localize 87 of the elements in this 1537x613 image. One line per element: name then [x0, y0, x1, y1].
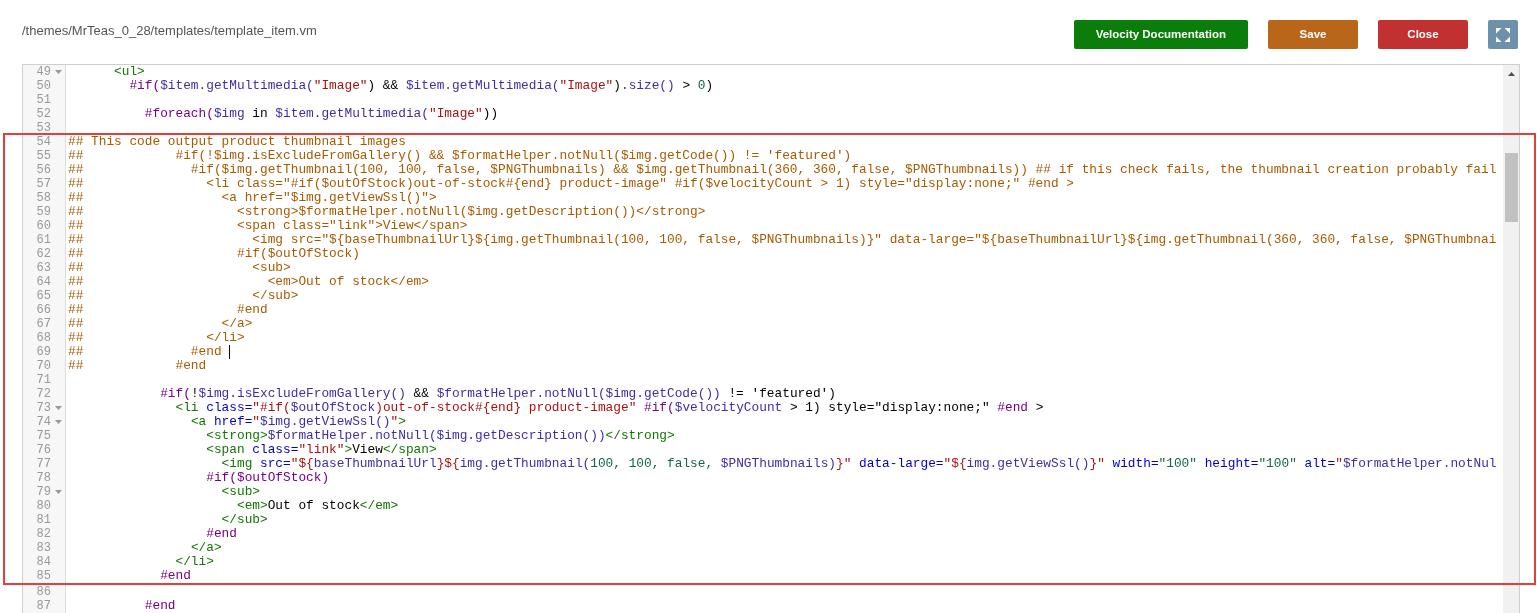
code-line: ## <em>Out of stock</em> [68, 274, 429, 289]
line-number: 79 [35, 485, 51, 499]
code-line: ## <li class="#if($outOfStock)out-of-stock#{end} product-image" #if($velocityCount > 1) style="display:none;" #end > [68, 176, 1074, 191]
file-path: /themes/MrTeas_0_28/templates/template_item.vm [22, 22, 317, 40]
line-number: 81 [35, 513, 51, 527]
line-number: 66 [35, 303, 51, 317]
scrollbar[interactable] [1503, 65, 1519, 613]
code-line: <sub> [221, 484, 260, 499]
line-number: 86 [35, 585, 51, 599]
code-line: ## </sub> [68, 288, 299, 303]
line-number: 83 [35, 541, 51, 555]
code-line: <strong>$formatHelper.notNull($img.getDescription())</strong> [206, 428, 675, 443]
fold-arrow-icon[interactable] [55, 420, 62, 424]
line-number: 52 [35, 107, 51, 121]
code-line: <li class="#if($outOfStock)out-of-stock#{end} product-image" #if($velocityCount > 1) style="display:none;" #end > [175, 400, 1044, 415]
code-line: ## </li> [68, 330, 245, 345]
line-number: 56 [35, 163, 51, 177]
line-number: 75 [35, 429, 51, 443]
code-line: ## #if($img.getThumbnail(100, 100, false, $PNGThumbnails) && $img.getThumbnail(360, 360, false, $PNGThumbnails)) ## if this check fails, the thumbnail creation probably fail [68, 162, 1497, 177]
line-number: 78 [35, 471, 51, 485]
line-number: 57 [35, 177, 51, 191]
code-line: ## #if($outOfStock) [68, 246, 360, 261]
line-number: 85 [35, 569, 51, 583]
code-line: <em>Out of stock</em> [236, 498, 399, 513]
line-number: 63 [35, 261, 51, 275]
documentation-button[interactable]: Velocity Documentation [1073, 20, 1248, 49]
code-line: ## </a> [68, 316, 253, 331]
line-number: 49 [35, 65, 51, 79]
line-number: 65 [35, 289, 51, 303]
code-line: #end [206, 526, 237, 541]
code-line: ## <a href="$img.getViewSsl()"> [68, 190, 437, 205]
code-line: ## <span class="link">View</span> [68, 218, 468, 233]
line-number: 87 [35, 599, 51, 613]
line-number: 72 [35, 387, 51, 401]
line-number: 50 [35, 79, 51, 93]
fold-arrow-icon[interactable] [55, 406, 62, 410]
code-line: #foreach($img in $item.getMultimedia("Image")) [144, 106, 499, 121]
line-number: 77 [35, 457, 51, 471]
scroll-up-arrow-icon[interactable] [1507, 71, 1515, 76]
code-line: ## <sub> [68, 260, 291, 275]
line-number: 55 [35, 149, 51, 163]
code-line: ## This code output product thumbnail images [68, 134, 406, 149]
line-number: 62 [35, 247, 51, 261]
line-number: 84 [35, 555, 51, 569]
expand-icon [1496, 27, 1510, 42]
fold-arrow-icon[interactable] [55, 70, 62, 74]
line-number: 71 [35, 373, 51, 387]
line-number: 67 [35, 317, 51, 331]
line-number: 73 [35, 401, 51, 415]
code-line: ## #end [68, 358, 207, 373]
line-number: 74 [35, 415, 51, 429]
code-line: </a> [190, 540, 222, 555]
line-number: 68 [35, 331, 51, 345]
code-line: </sub> [221, 512, 268, 527]
code-line: ## #if(!$img.isExcludeFromGallery() && $formatHelper.notNull($img.getCode()) != 'featured') [68, 148, 852, 163]
code-line: </li> [175, 554, 214, 569]
code-line: <span class="link">View</span> [206, 442, 437, 457]
line-number: 82 [35, 527, 51, 541]
fullscreen-button[interactable] [1488, 20, 1518, 49]
save-button[interactable]: Save [1268, 20, 1358, 49]
code-line: ## <img src="${baseThumbnailUrl}${img.getThumbnail(100, 100, false, $PNGThumbnails)}" data-large="${baseThumbnailUrl}${img.getThumbnail(360, 360, false, $PNGThumbnai [68, 232, 1497, 247]
line-number: 64 [35, 275, 51, 289]
code-line: ## <strong>$formatHelper.notNull($img.getDescription())</strong> [68, 204, 706, 219]
fold-arrow-icon[interactable] [55, 490, 62, 494]
code-line: <ul> [114, 64, 145, 79]
code-line: <a href="$img.getViewSsl()"> [190, 414, 406, 429]
line-number: 54 [35, 135, 51, 149]
code-line: #end [144, 598, 176, 613]
code-line: #if($item.getMultimedia("Image") && $item.getMultimedia("Image").size() > 0) [129, 78, 714, 93]
line-number: 51 [35, 93, 51, 107]
close-button[interactable]: Close [1378, 20, 1468, 49]
code-line: ## #end [68, 344, 223, 359]
code-line: #if(!$img.isExcludeFromGallery() && $formatHelper.notNull($img.getCode()) != 'featured') [160, 386, 836, 401]
scrollbar-thumb[interactable] [1505, 153, 1518, 222]
line-number: 59 [35, 205, 51, 219]
code-line: <img src="${baseThumbnailUrl}${img.getThumbnail(100, 100, false, $PNGThumbnails)}" data-large="${img.getViewSsl()}" width="100" height="100" alt="$formatHelper.notNul [221, 456, 1497, 471]
line-number: 61 [35, 233, 51, 247]
line-number: 69 [35, 345, 51, 359]
line-number: 53 [35, 121, 51, 135]
code-line: #end [160, 568, 191, 583]
line-number: 58 [35, 191, 51, 205]
code-line: #if($outOfStock) [206, 470, 330, 485]
line-number: 70 [35, 359, 51, 373]
line-number: 60 [35, 219, 51, 233]
code-line: ## #end [68, 302, 268, 317]
line-number: 80 [35, 499, 51, 513]
line-number: 76 [35, 443, 51, 457]
